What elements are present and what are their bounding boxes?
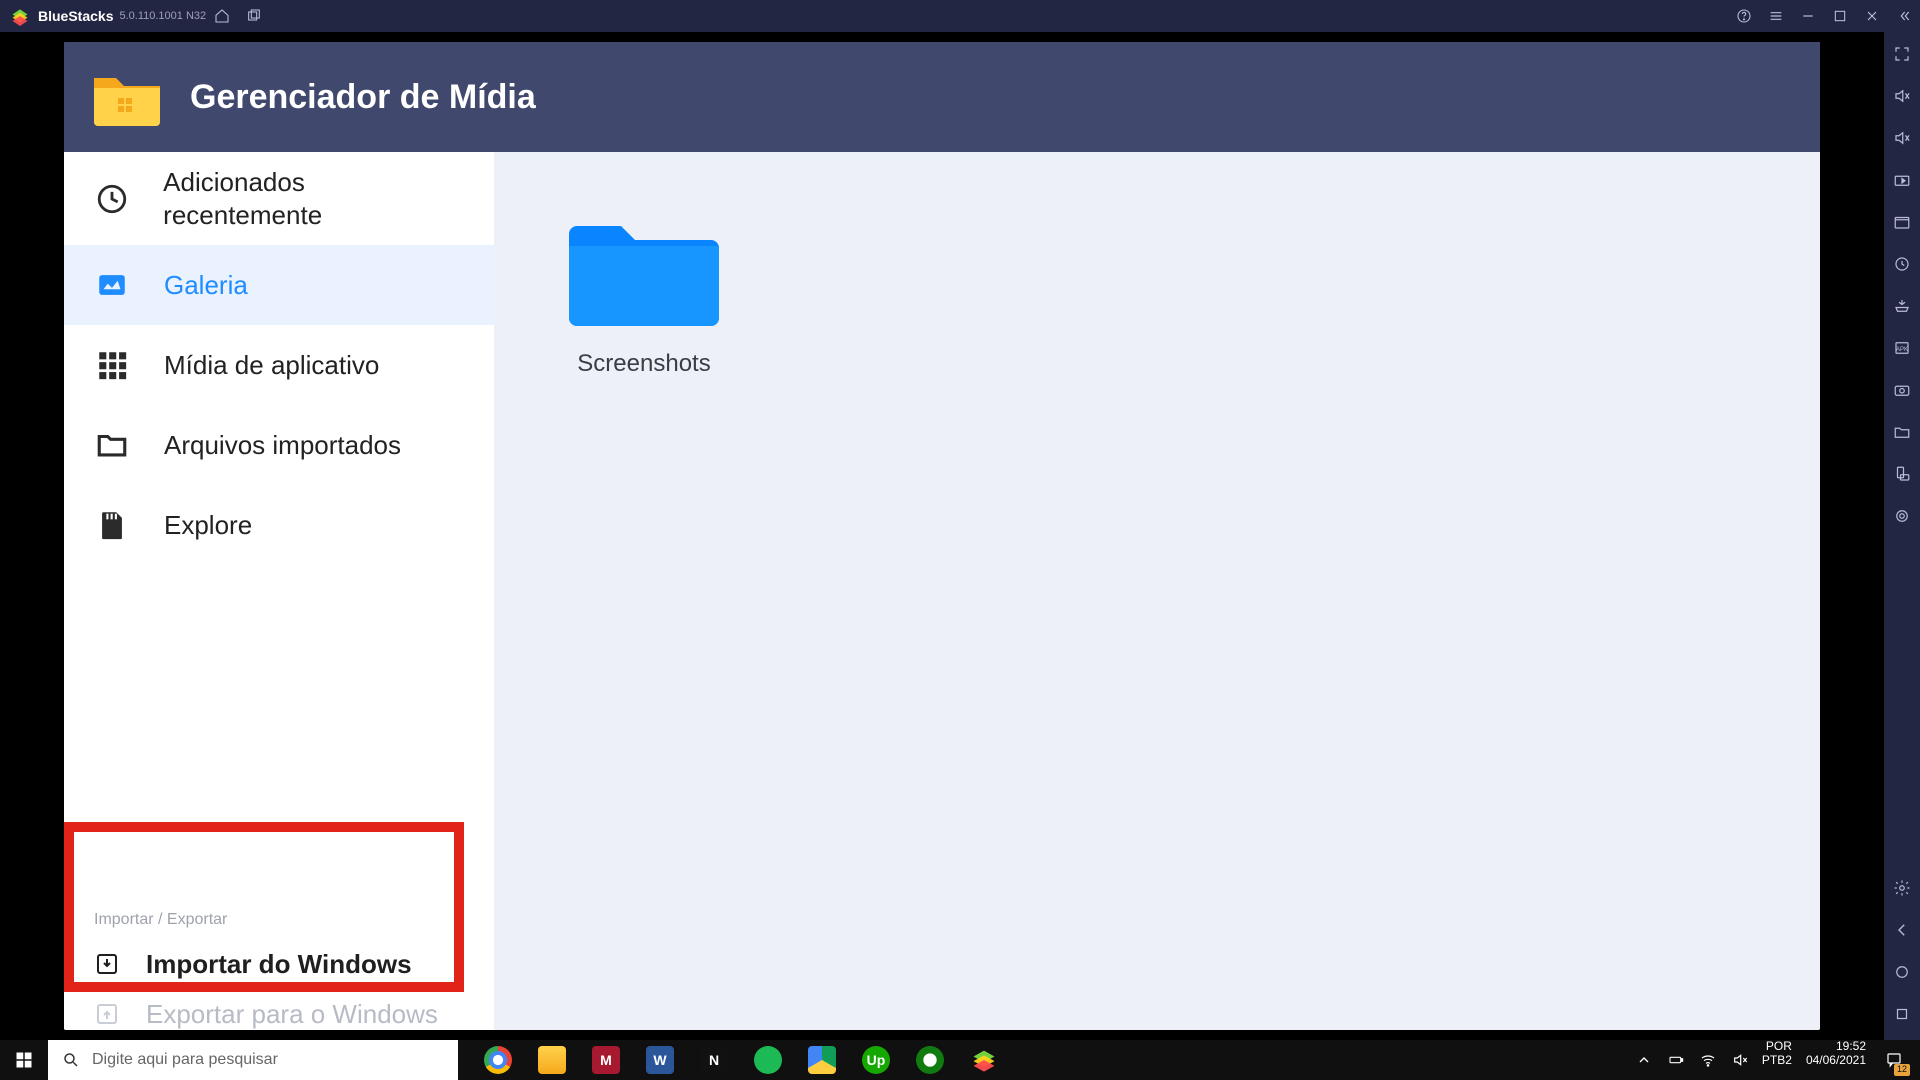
install-apk-icon[interactable]: APK bbox=[1890, 336, 1914, 360]
taskbar-app-chrome[interactable] bbox=[478, 1040, 518, 1080]
taskbar-search[interactable]: Digite aqui para pesquisar bbox=[48, 1040, 458, 1080]
fullscreen-icon[interactable] bbox=[1890, 42, 1914, 66]
apps-grid-icon bbox=[94, 347, 130, 383]
search-placeholder: Digite aqui para pesquisar bbox=[92, 1051, 278, 1069]
start-button[interactable] bbox=[0, 1040, 48, 1080]
sidebar-item-label: Arquivos importados bbox=[164, 430, 401, 461]
folder-icon bbox=[569, 212, 719, 330]
language-indicator[interactable]: POR PTB2 bbox=[1756, 1040, 1798, 1080]
clock-icon[interactable] bbox=[1890, 252, 1914, 276]
maximize-icon[interactable] bbox=[1824, 0, 1856, 32]
minimize-icon[interactable] bbox=[1792, 0, 1824, 32]
export-label: Exportar para o Windows bbox=[146, 998, 438, 1031]
home-icon[interactable] bbox=[206, 0, 238, 32]
battery-icon[interactable] bbox=[1668, 1052, 1684, 1068]
taskbar-app-upwork[interactable]: Up bbox=[856, 1040, 896, 1080]
sidebar-item-label: Mídia de aplicativo bbox=[164, 350, 379, 381]
sidebar-section-label: Importar / Exportar bbox=[64, 901, 494, 935]
taskbar-app-drive[interactable] bbox=[802, 1040, 842, 1080]
rotate-icon[interactable] bbox=[1890, 462, 1914, 486]
taskbar-app-notion[interactable]: N bbox=[694, 1040, 734, 1080]
recent-apps-icon[interactable] bbox=[238, 0, 270, 32]
page-title: Gerenciador de Mídia bbox=[190, 78, 536, 117]
sidebar-item-explore[interactable]: Explore bbox=[64, 485, 494, 565]
home-nav-icon[interactable] bbox=[1890, 960, 1914, 984]
volume-up-icon[interactable] bbox=[1890, 84, 1914, 108]
clock-time: 19:52 bbox=[1836, 1040, 1866, 1054]
back-icon[interactable] bbox=[1890, 918, 1914, 942]
image-icon bbox=[94, 267, 130, 303]
taskbar-apps: M W N Up bbox=[458, 1040, 1004, 1080]
sidebar-item-recent[interactable]: Adicionados recentemente bbox=[64, 152, 494, 245]
taskbar-app-word[interactable]: W bbox=[640, 1040, 680, 1080]
show-desktop-button[interactable] bbox=[1914, 1040, 1920, 1080]
keyboard-controls-icon[interactable] bbox=[1890, 168, 1914, 192]
taskbar-app-mendeley[interactable]: M bbox=[586, 1040, 626, 1080]
clock-icon bbox=[94, 181, 129, 217]
taskbar-clock[interactable]: 19:52 04/06/2021 bbox=[1798, 1040, 1874, 1080]
volume-mute-icon[interactable] bbox=[1732, 1052, 1748, 1068]
system-tray[interactable] bbox=[1636, 1040, 1756, 1080]
wifi-icon[interactable] bbox=[1700, 1052, 1716, 1068]
clock-date: 04/06/2021 bbox=[1806, 1054, 1866, 1068]
import-icon bbox=[94, 951, 120, 977]
export-to-windows-button[interactable]: Exportar para o Windows bbox=[64, 994, 494, 1031]
windows-taskbar: Digite aqui para pesquisar M W N Up POR … bbox=[0, 1040, 1920, 1080]
import-from-windows-button[interactable]: Importar do Windows bbox=[64, 935, 494, 994]
collapse-sidebar-icon[interactable] bbox=[1888, 0, 1920, 32]
import-label: Importar do Windows bbox=[146, 949, 412, 980]
taskbar-app-spotify[interactable] bbox=[748, 1040, 788, 1080]
media-manager-header: Gerenciador de Mídia bbox=[64, 42, 1820, 152]
sidebar-item-label: Galeria bbox=[164, 270, 248, 301]
sync-icon[interactable] bbox=[1890, 210, 1914, 234]
taskbar-app-explorer[interactable] bbox=[532, 1040, 572, 1080]
media-folder-icon[interactable] bbox=[1890, 420, 1914, 444]
menu-icon[interactable] bbox=[1760, 0, 1792, 32]
settings-icon[interactable] bbox=[1890, 876, 1914, 900]
media-manager-window: Gerenciador de Mídia Adicionados recente… bbox=[64, 42, 1820, 1030]
folder-outline-icon bbox=[94, 427, 130, 463]
app-viewport: Gerenciador de Mídia Adicionados recente… bbox=[0, 32, 1884, 1040]
shake-icon[interactable] bbox=[1890, 504, 1914, 528]
sd-card-icon bbox=[94, 507, 130, 543]
svg-text:APK: APK bbox=[1896, 347, 1908, 353]
chevron-up-icon[interactable] bbox=[1636, 1052, 1652, 1068]
trim-memory-icon[interactable] bbox=[1890, 294, 1914, 318]
sidebar-item-imported[interactable]: Arquivos importados bbox=[64, 405, 494, 485]
sidebar-item-label: Adicionados recentemente bbox=[163, 166, 464, 231]
folder-tile-screenshots[interactable]: Screenshots bbox=[564, 212, 724, 378]
bluestacks-titlebar: BlueStacks 5.0.110.1001 N32 bbox=[0, 0, 1920, 32]
export-icon bbox=[94, 1001, 120, 1027]
folder-label: Screenshots bbox=[577, 350, 710, 378]
help-icon[interactable] bbox=[1728, 0, 1760, 32]
sidebar-item-gallery[interactable]: Galeria bbox=[64, 245, 494, 325]
search-icon bbox=[62, 1051, 80, 1069]
recents-nav-icon[interactable] bbox=[1890, 1002, 1914, 1026]
sidebar-item-app-media[interactable]: Mídia de aplicativo bbox=[64, 325, 494, 405]
app-version: 5.0.110.1001 N32 bbox=[119, 10, 206, 22]
screenshot-icon[interactable] bbox=[1890, 378, 1914, 402]
app-name: BlueStacks bbox=[38, 8, 113, 24]
media-manager-sidebar: Adicionados recentemente Galeria Mídia d… bbox=[64, 152, 494, 1030]
taskbar-app-xbox[interactable] bbox=[910, 1040, 950, 1080]
volume-down-icon[interactable] bbox=[1890, 126, 1914, 150]
taskbar-app-bluestacks[interactable] bbox=[964, 1040, 1004, 1080]
bluestacks-side-toolbar: APK bbox=[1884, 32, 1920, 1040]
notification-badge: 12 bbox=[1894, 1064, 1910, 1076]
action-center-icon[interactable]: 12 bbox=[1874, 1040, 1914, 1080]
sidebar-item-label: Explore bbox=[164, 510, 252, 541]
media-manager-content: Screenshots bbox=[494, 152, 1820, 1030]
close-icon[interactable] bbox=[1856, 0, 1888, 32]
folder-app-icon bbox=[92, 68, 162, 126]
bluestacks-logo-icon bbox=[10, 6, 30, 26]
